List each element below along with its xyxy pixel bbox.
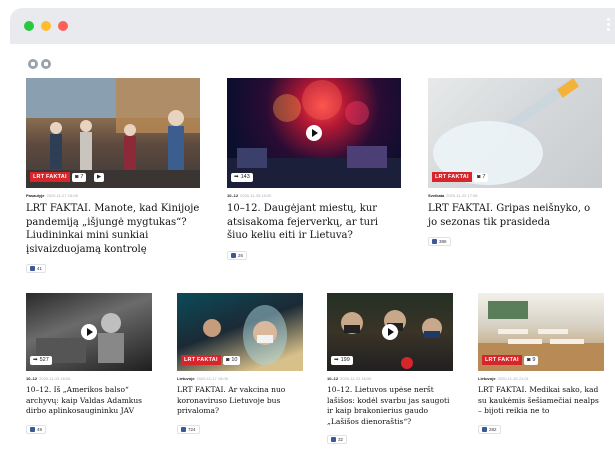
photo-count-badge: ◙ 10 bbox=[223, 356, 241, 365]
article-card[interactable]: ➡ 527 10–12 2020-11-19 16:00 10–12. Iš „A… bbox=[26, 293, 152, 436]
article-date: 2020-11-19 16:00 bbox=[39, 376, 71, 381]
video-icon: ➡ bbox=[33, 357, 38, 363]
article-title[interactable]: LRT FAKTAI. Medikai sako, kad su kaukėmi… bbox=[478, 385, 604, 417]
photo-count-badge: ◙ 7 bbox=[474, 173, 489, 182]
share-link-icon[interactable] bbox=[41, 59, 51, 69]
article-meta: Sveikata 2020-11-22 17:08 bbox=[428, 193, 602, 198]
video-views-badge: ➡ 143 bbox=[231, 173, 253, 182]
article-category: Lietuvoje bbox=[478, 376, 496, 381]
article-card[interactable]: LRT FAKTAI ◙ 10 Lietuvoje 2020-11-17 16:0… bbox=[177, 293, 303, 436]
facebook-icon bbox=[181, 426, 186, 432]
article-category: 10–12 bbox=[26, 376, 38, 381]
article-date: 2020-11-28 16:00 bbox=[240, 193, 272, 198]
camera-icon: ◙ bbox=[477, 174, 481, 180]
facebook-likes: 386 bbox=[428, 237, 451, 246]
video-views-badge: ➡ 199 bbox=[331, 356, 353, 365]
browser-title-bar bbox=[10, 8, 615, 44]
article-card[interactable]: ➡ 143 10–12 2020-11-28 16:00 10–12. Daugė… bbox=[227, 78, 401, 262]
video-icon: ➡ bbox=[334, 357, 339, 363]
article-meta: Pasaulyje 2020-11-27 16:08 bbox=[26, 193, 200, 198]
article-card[interactable]: ➡ 199 10–12 2020-11-12 16:00 10–12. Lietu… bbox=[327, 293, 453, 446]
lrt-faktai-tag: LRT FAKTAI bbox=[30, 172, 70, 182]
browser-window: LRT FAKTAI ◙ 7 ▶ Pasaulyje 2020-11-27 16:… bbox=[10, 8, 615, 449]
lrt-faktai-tag: LRT FAKTAI bbox=[181, 355, 221, 365]
window-minimize-button[interactable] bbox=[41, 21, 51, 31]
article-date: 2020-11-30 21:01 bbox=[497, 376, 529, 381]
article-image-masked-people[interactable]: ➡ 199 bbox=[327, 293, 453, 371]
article-title[interactable]: LRT FAKTAI. Ar vakcina nuo koronaviruso … bbox=[177, 385, 303, 417]
article-title[interactable]: 10–12. Iš „Amerikos balso“ archyvų: kaip… bbox=[26, 385, 152, 417]
camera-icon: ◙ bbox=[527, 357, 531, 363]
facebook-icon bbox=[231, 252, 236, 258]
lrt-faktai-tag: LRT FAKTAI bbox=[482, 355, 522, 365]
article-date: 2020-11-22 17:08 bbox=[446, 193, 478, 198]
article-title[interactable]: 10–12. Daugėjant miestų, kur atsisakoma … bbox=[227, 202, 401, 243]
play-icon: ▶ bbox=[97, 174, 102, 180]
photo-count-badge: ◙ 9 bbox=[524, 356, 539, 365]
article-title[interactable]: LRT FAKTAI. Manote, kad Kinijoje pandemi… bbox=[26, 202, 200, 256]
article-date: 2020-11-12 16:00 bbox=[340, 376, 372, 381]
facebook-icon bbox=[331, 437, 336, 442]
article-category: Sveikata bbox=[428, 193, 445, 198]
share-facebook-icon[interactable] bbox=[28, 59, 38, 69]
facebook-icon bbox=[432, 239, 437, 244]
kebab-menu-icon[interactable] bbox=[607, 18, 610, 33]
article-meta: Lietuvoje 2020-11-17 16:06 bbox=[177, 376, 303, 381]
play-button[interactable] bbox=[382, 324, 398, 340]
article-meta: Lietuvoje 2020-11-30 21:01 bbox=[478, 376, 604, 381]
lrt-faktai-tag: LRT FAKTAI bbox=[432, 172, 472, 182]
facebook-likes: 26 bbox=[227, 250, 248, 260]
video-icon: ➡ bbox=[234, 174, 239, 180]
article-image-classroom[interactable]: LRT FAKTAI ◙ 9 bbox=[478, 293, 604, 371]
article-meta: 10–12 2020-11-28 16:00 bbox=[227, 193, 401, 198]
article-title[interactable]: 10–12. Lietuvos upėse neršt lašišos: kod… bbox=[327, 385, 453, 427]
article-category: Pasaulyje bbox=[26, 193, 45, 198]
article-date: 2020-11-27 16:08 bbox=[46, 193, 78, 198]
article-image-vaccine[interactable]: LRT FAKTAI ◙ 7 bbox=[428, 78, 602, 188]
video-views-badge: ➡ 527 bbox=[30, 356, 52, 365]
facebook-icon bbox=[30, 426, 35, 432]
article-image-fireworks[interactable]: ➡ 143 bbox=[227, 78, 401, 188]
facebook-likes: 32 bbox=[327, 435, 348, 444]
article-category: 10–12 bbox=[327, 376, 339, 381]
photo-count-badge: ◙ 7 bbox=[72, 173, 87, 182]
window-close-button[interactable] bbox=[58, 21, 68, 31]
article-category: Lietuvoje bbox=[177, 376, 195, 381]
play-badge[interactable]: ▶ bbox=[94, 173, 105, 182]
play-button[interactable] bbox=[306, 125, 322, 141]
article-image-face-shield[interactable]: LRT FAKTAI ◙ 10 bbox=[177, 293, 303, 371]
camera-icon: ◙ bbox=[75, 174, 79, 180]
facebook-likes: 282 bbox=[478, 424, 501, 434]
article-category: 10–12 bbox=[227, 193, 239, 198]
facebook-icon bbox=[482, 426, 487, 432]
facebook-likes: 49 bbox=[26, 424, 47, 434]
window-maximize-button[interactable] bbox=[24, 21, 34, 31]
article-date: 2020-11-17 16:06 bbox=[196, 376, 228, 381]
camera-icon: ◙ bbox=[226, 357, 230, 363]
share-row bbox=[28, 54, 54, 73]
article-image-archive[interactable]: ➡ 527 bbox=[26, 293, 152, 371]
article-title[interactable]: LRT FAKTAI. Gripas neišnyko, o jo sezona… bbox=[428, 202, 602, 229]
play-button[interactable] bbox=[81, 324, 97, 340]
article-card[interactable]: LRT FAKTAI ◙ 7 ▶ Pasaulyje 2020-11-27 16:… bbox=[26, 78, 200, 275]
article-meta: 10–12 2020-11-12 16:00 bbox=[327, 376, 453, 381]
article-card[interactable]: LRT FAKTAI ◙ 7 Sveikata 2020-11-22 17:08 … bbox=[428, 78, 602, 248]
article-meta: 10–12 2020-11-19 16:00 bbox=[26, 376, 152, 381]
facebook-icon bbox=[30, 266, 35, 271]
article-card[interactable]: LRT FAKTAI ◙ 9 Lietuvoje 2020-11-30 21:01… bbox=[478, 293, 604, 436]
facebook-likes: 724 bbox=[177, 424, 200, 434]
facebook-likes: 41 bbox=[26, 264, 47, 273]
article-image-covid-street[interactable]: LRT FAKTAI ◙ 7 ▶ bbox=[26, 78, 200, 188]
